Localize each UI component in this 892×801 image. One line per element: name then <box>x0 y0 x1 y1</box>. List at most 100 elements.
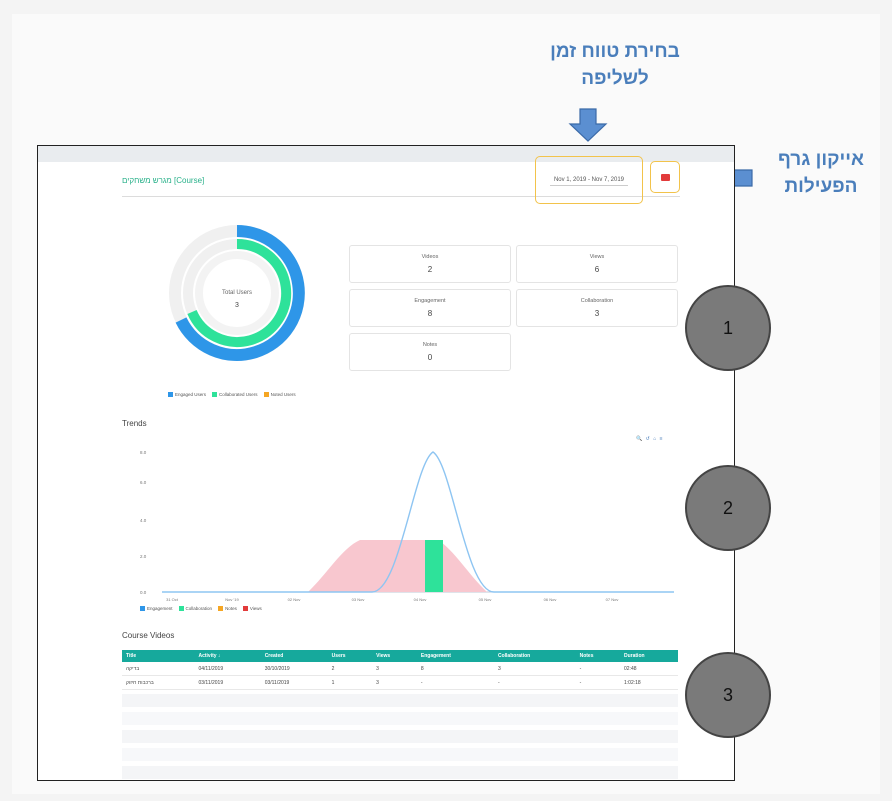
cell-collaboration: 3 <box>493 662 576 676</box>
cell-duration: 1:02:18 <box>620 675 678 690</box>
activity-icon-callout-line-1: אייקון גרף <box>778 149 864 170</box>
stat-value: 3 <box>594 309 600 318</box>
stat-label: Views <box>589 254 605 260</box>
stat-label: Collaboration <box>580 298 614 304</box>
x-tick: 04 Nov <box>414 597 427 602</box>
donut-center-label: Total Users <box>222 290 252 296</box>
y-tick: 2.0 <box>140 554 147 559</box>
cell-title: בדיקה <box>122 662 195 676</box>
cell-engagement: - <box>416 675 494 690</box>
stat-card-engagement: Engagement 8 <box>349 289 511 327</box>
legend-notes-label: Notes <box>225 606 237 611</box>
cell-title: ברכבות חיזוק <box>122 675 195 690</box>
marker-2: 2 <box>685 465 771 551</box>
x-tick: 06 Nov <box>544 597 557 602</box>
donut-legend: Engaged Users Collaborated Users Noted U… <box>168 392 296 398</box>
y-ticks: 8.0 6.0 4.0 2.0 0.0 <box>140 450 147 595</box>
activity-chart-button[interactable] <box>650 161 680 193</box>
course-title: מגרש משחקים [Course] <box>122 176 205 185</box>
col-created[interactable]: Created <box>260 650 328 662</box>
cell-users: 1 <box>327 675 373 690</box>
trends-legend: Engagement Collaboration Notes Views <box>140 606 262 612</box>
users-donut-chart: Total Users 3 <box>169 225 305 361</box>
legend-collaborated-users[interactable]: Collaborated Users <box>212 392 258 398</box>
legend-engaged-users[interactable]: Engaged Users <box>168 392 207 398</box>
legend-notes[interactable]: Notes <box>218 606 237 612</box>
stat-value: 2 <box>427 265 433 274</box>
cell-users: 2 <box>327 662 373 676</box>
chart-icon <box>660 173 670 181</box>
table-row[interactable]: ברכבות חיזוק 03/11/2019 03/11/2019 1 3 -… <box>122 675 678 690</box>
legend-noted-users-label: Noted Users <box>270 392 296 397</box>
empty-row <box>122 748 678 761</box>
x-tick: Nov '19 <box>225 597 239 602</box>
legend-views[interactable]: Views <box>242 606 262 612</box>
cell-views: 3 <box>372 662 417 676</box>
cell-engagement: 8 <box>416 662 494 676</box>
legend-collaborated-users-label: Collaborated Users <box>219 392 258 397</box>
trends-chart: 8.0 6.0 4.0 2.0 0.0 31 Oct Nov '19 02 No… <box>140 450 674 602</box>
x-tick: 03 Nov <box>352 597 365 602</box>
col-views[interactable]: Views <box>372 650 417 662</box>
cell-activity: 03/11/2019 <box>194 675 261 690</box>
views-area <box>308 540 487 592</box>
x-tick: 07 Nov <box>606 597 619 602</box>
stat-card-videos: Videos 2 <box>349 245 511 283</box>
trends-title: Trends <box>122 419 147 428</box>
table-row[interactable]: בדיקה 04/11/2019 30/10/2019 2 3 8 3 - 02… <box>122 662 678 676</box>
collaboration-bar <box>425 540 443 592</box>
stat-card-views: Views 6 <box>516 245 678 283</box>
empty-row <box>122 712 678 725</box>
marker-1: 1 <box>685 285 771 371</box>
stat-value: 6 <box>594 265 600 274</box>
y-tick: 6.0 <box>140 480 147 485</box>
cell-activity: 04/11/2019 <box>194 662 261 676</box>
col-duration[interactable]: Duration <box>620 650 678 662</box>
date-range-picker[interactable]: Nov 1, 2019 - Nov 7, 2019 <box>535 156 643 204</box>
donut-center-value: 3 <box>235 302 239 309</box>
activity-icon-callout-line-2: הפעילות <box>784 176 858 197</box>
stat-card-collaboration: Collaboration 3 <box>516 289 678 327</box>
x-tick: 02 Nov <box>288 597 301 602</box>
stat-label: Engagement <box>414 298 446 304</box>
stat-label: Notes <box>422 342 438 348</box>
cell-notes: - <box>575 675 620 690</box>
legend-engaged-users-label: Engaged Users <box>175 392 207 397</box>
date-range-callout: בחירת טווח זמן לשליפה <box>490 38 740 92</box>
stat-label: Videos <box>421 254 439 260</box>
x-tick: 05 Nov <box>479 597 492 602</box>
course-videos-title: Course Videos <box>122 631 175 640</box>
cell-created: 30/10/2019 <box>260 662 328 676</box>
col-users[interactable]: Users <box>327 650 373 662</box>
date-range-callout-line-2: לשליפה <box>581 68 649 89</box>
y-tick: 0.0 <box>140 590 147 595</box>
col-collaboration[interactable]: Collaboration <box>493 650 576 662</box>
cell-views: 3 <box>372 675 417 690</box>
col-notes[interactable]: Notes <box>575 650 620 662</box>
cell-notes: - <box>575 662 620 676</box>
legend-collaboration-label: Collaboration <box>185 606 213 611</box>
empty-row <box>122 730 678 743</box>
legend-views-label: Views <box>249 606 262 611</box>
legend-collaboration[interactable]: Collaboration <box>178 606 213 612</box>
cell-collaboration: - <box>493 675 576 690</box>
x-tick: 31 Oct <box>166 597 179 602</box>
date-range-callout-line-1: בחירת טווח זמן <box>550 41 680 62</box>
stat-value: 8 <box>427 309 433 318</box>
dashboard-screenshot: מגרש משחקים [Course] Nov 1, 2019 - Nov 7… <box>37 145 735 781</box>
col-engagement[interactable]: Engagement <box>416 650 494 662</box>
down-arrow-icon <box>568 108 608 142</box>
legend-engagement[interactable]: Engagement <box>140 606 173 612</box>
table-header-row: Title Activity ↓ Created Users Views Eng… <box>122 650 678 662</box>
stat-value: 0 <box>427 353 433 362</box>
y-tick: 8.0 <box>140 450 147 455</box>
course-videos-table: Title Activity ↓ Created Users Views Eng… <box>122 650 678 690</box>
legend-engagement-label: Engagement <box>147 606 173 611</box>
date-range-value: Nov 1, 2019 - Nov 7, 2019 <box>549 175 629 186</box>
col-activity[interactable]: Activity ↓ <box>194 650 261 662</box>
col-title[interactable]: Title <box>122 650 195 662</box>
marker-3: 3 <box>685 652 771 738</box>
legend-noted-users[interactable]: Noted Users <box>263 392 296 398</box>
cell-created: 03/11/2019 <box>260 675 328 690</box>
cell-duration: 02:48 <box>620 662 678 676</box>
